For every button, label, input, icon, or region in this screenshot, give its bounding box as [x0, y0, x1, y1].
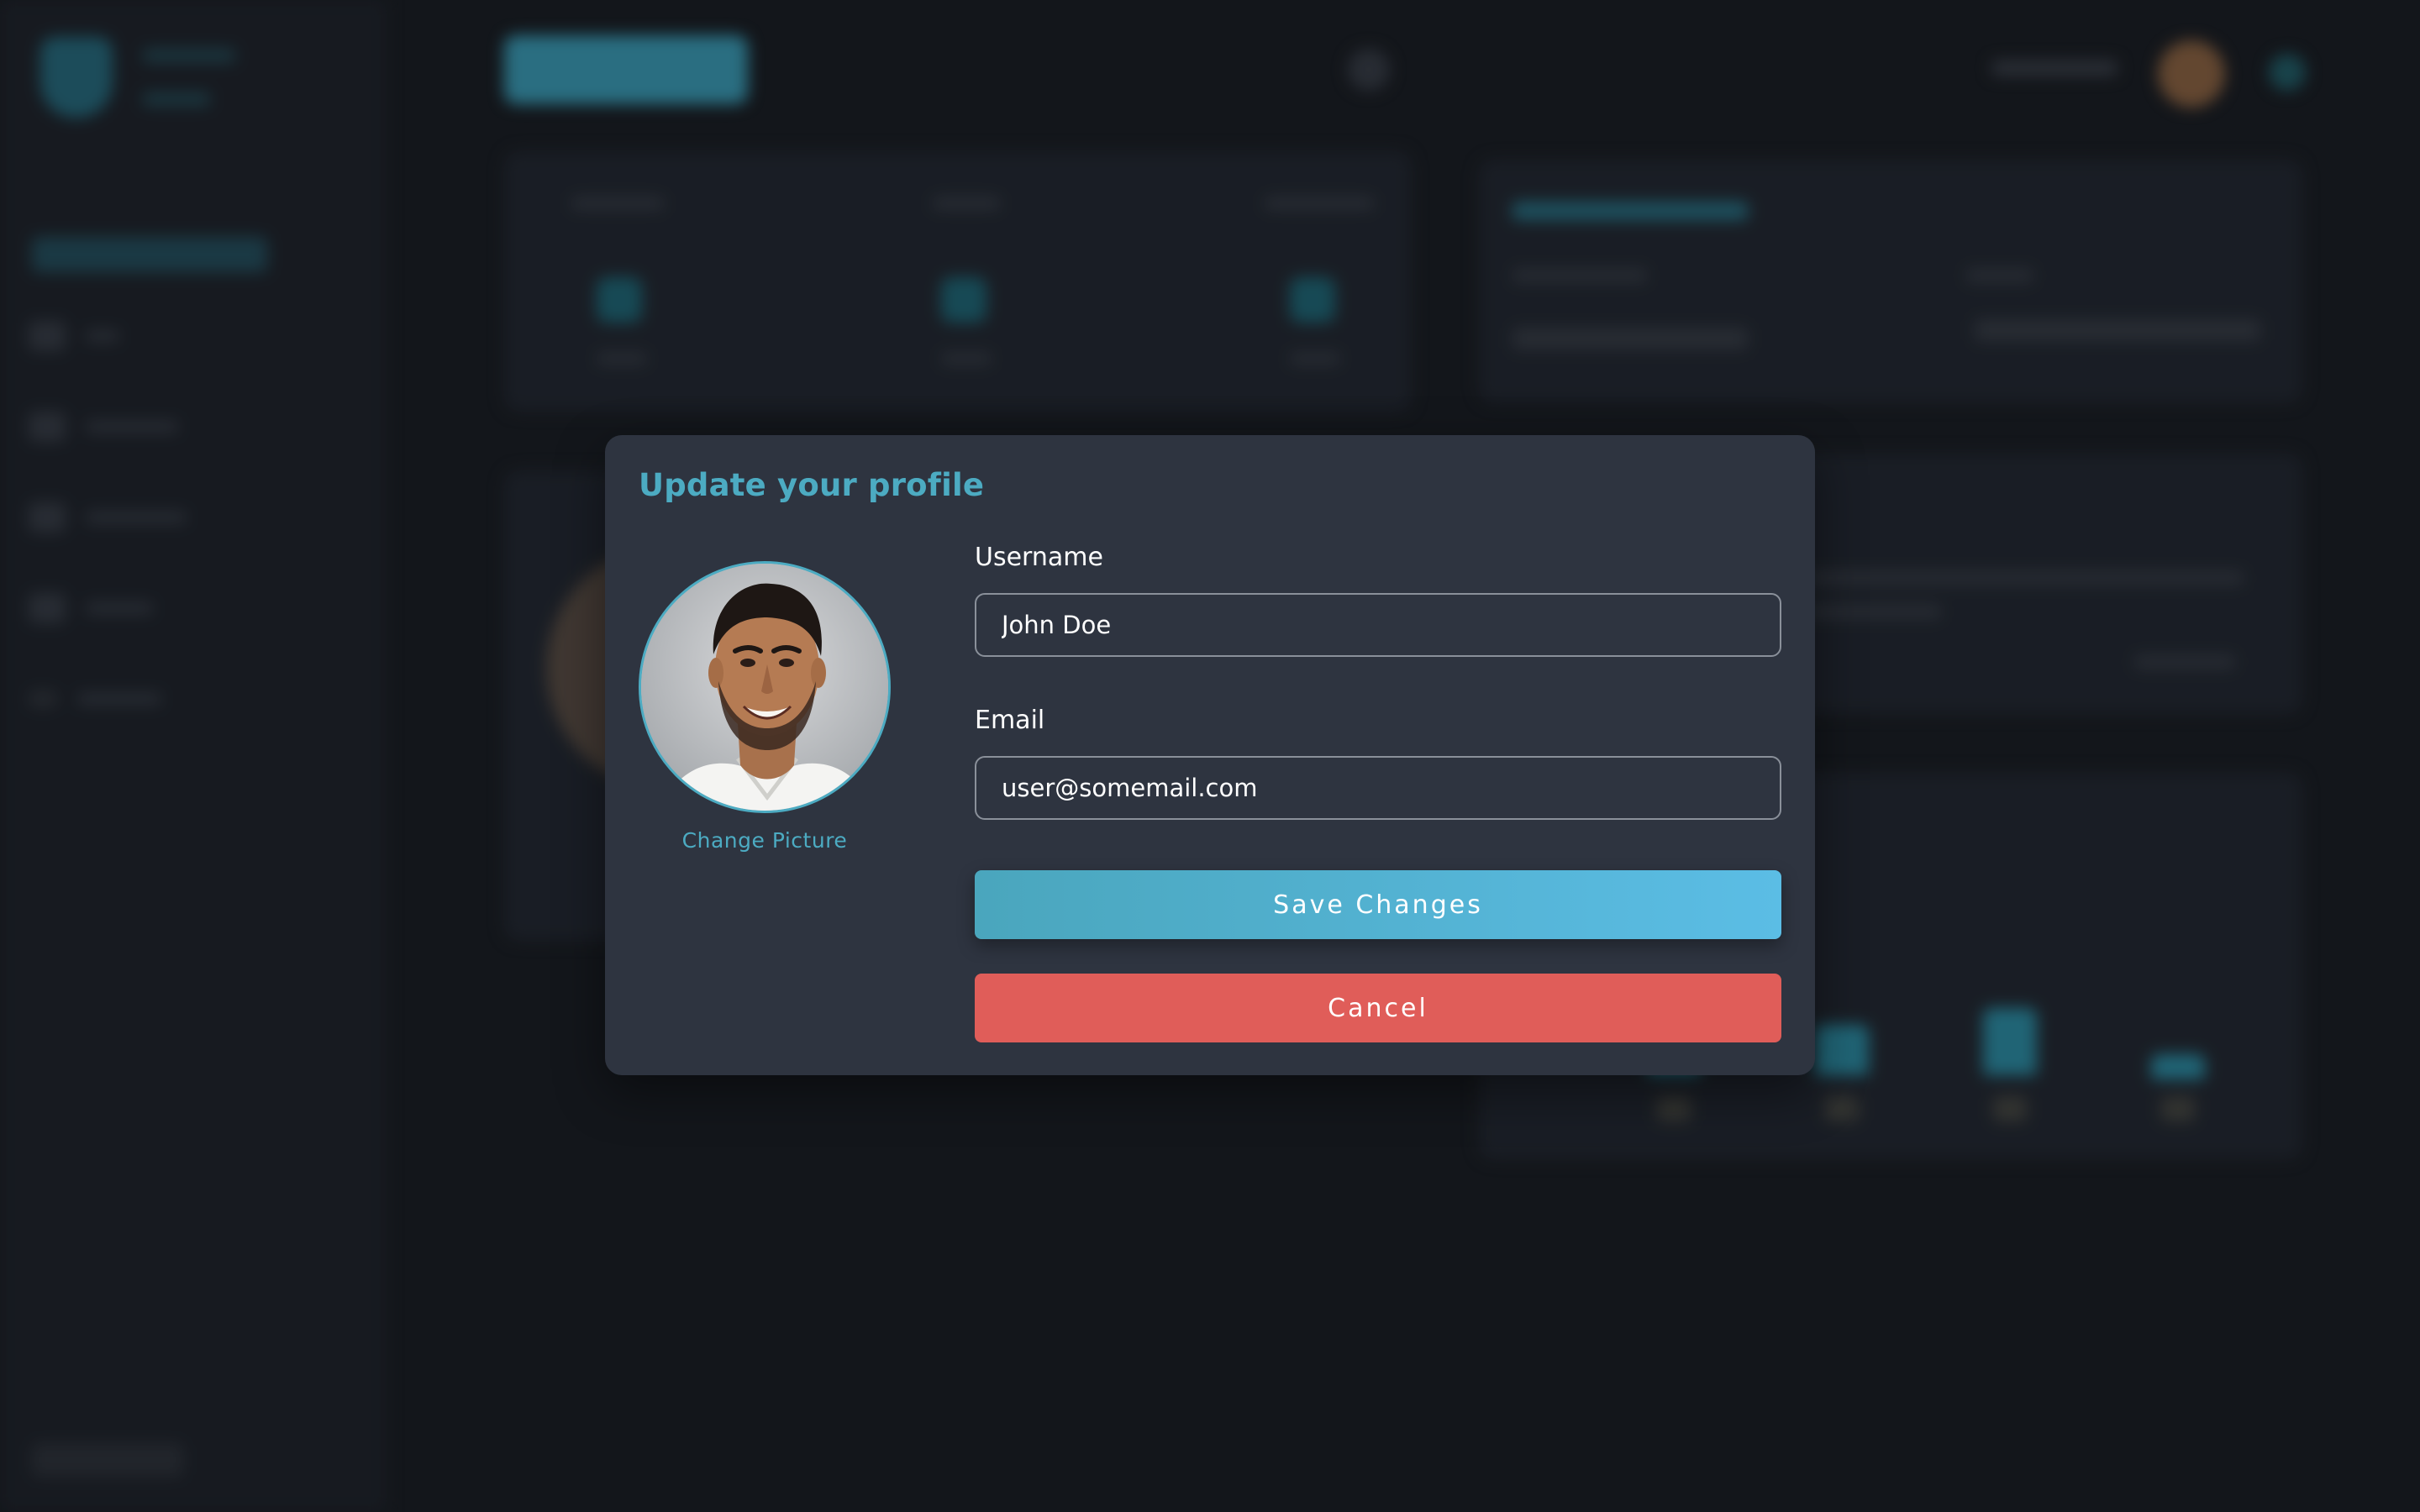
username-input[interactable]: [975, 593, 1781, 657]
email-input[interactable]: [975, 756, 1781, 820]
save-changes-button[interactable]: Save Changes: [975, 870, 1781, 939]
modal-title: Update your profile: [639, 467, 985, 503]
cancel-button[interactable]: Cancel: [975, 974, 1781, 1042]
change-picture-link[interactable]: Change Picture: [639, 828, 891, 853]
email-label: Email: [975, 706, 1045, 735]
profile-avatar[interactable]: [639, 561, 891, 813]
update-profile-modal: Update your profile Change Picture Usern…: [605, 435, 1815, 1075]
username-label: Username: [975, 543, 1103, 572]
profile-photo: [641, 564, 888, 811]
